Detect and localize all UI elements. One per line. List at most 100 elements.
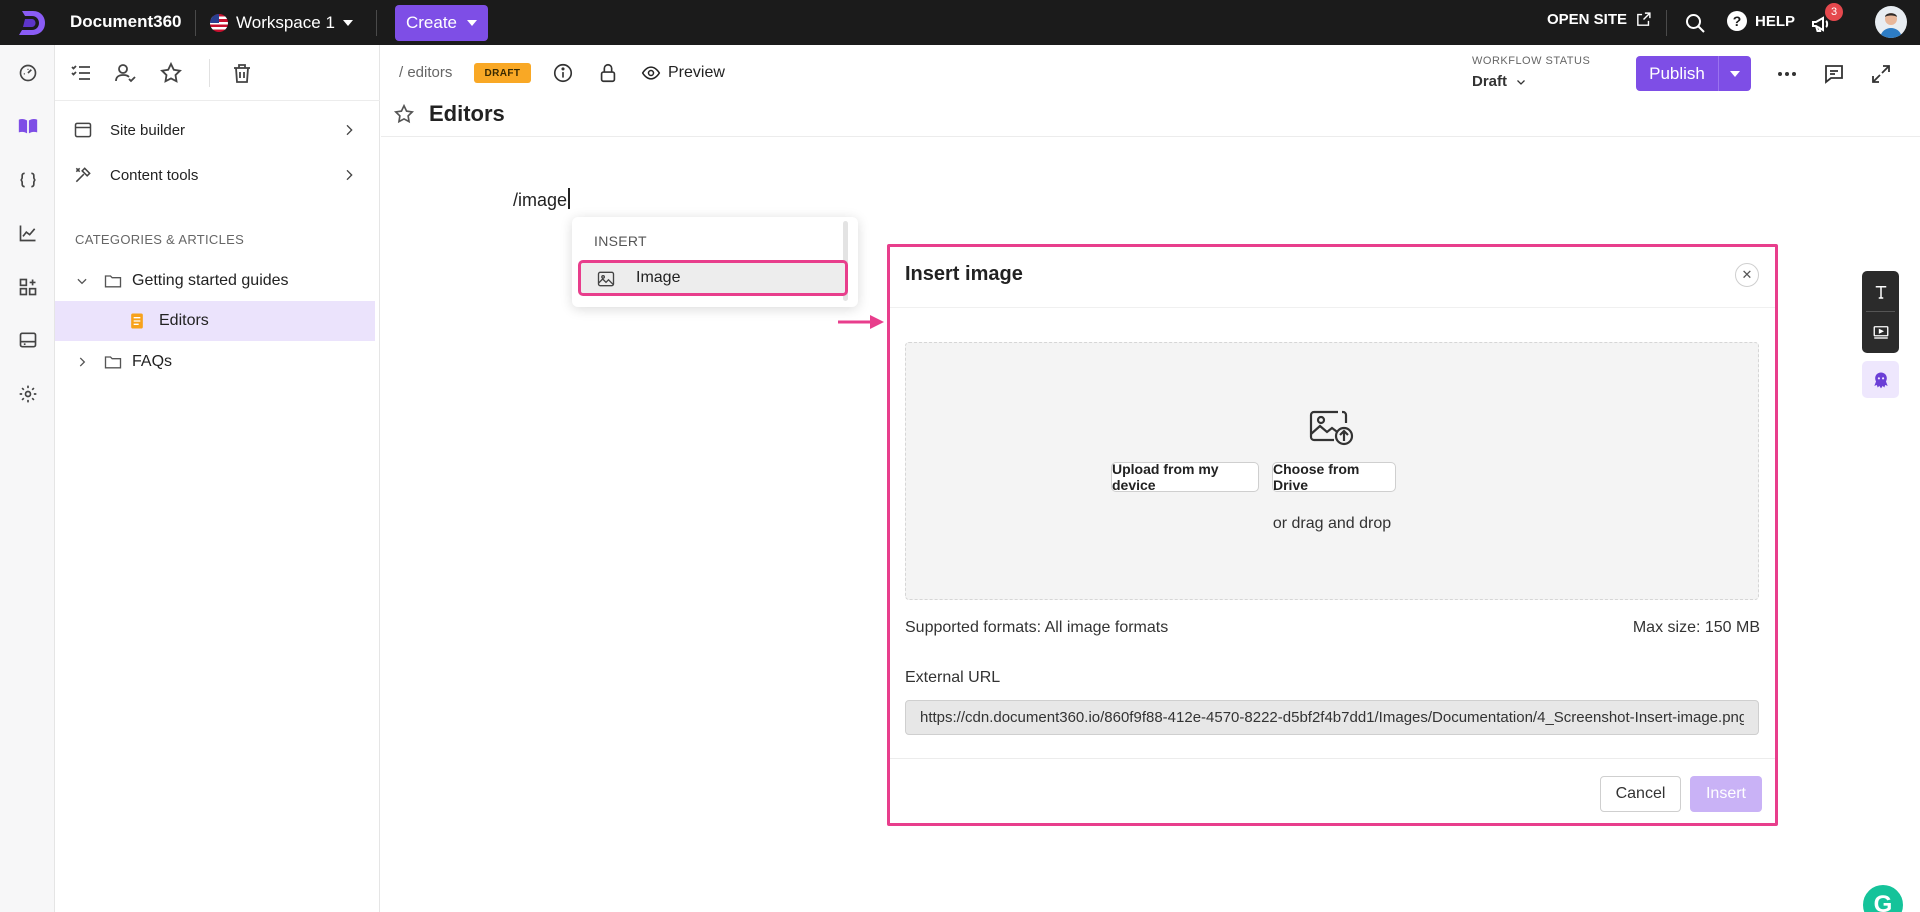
tree-article-editors[interactable]: Editors [55, 301, 375, 341]
text-format-icon[interactable] [1868, 279, 1893, 304]
chevron-down-icon [1730, 70, 1740, 77]
notification-count-badge: 3 [1825, 3, 1843, 21]
choose-from-drive-button[interactable]: Choose from Drive [1272, 461, 1396, 493]
us-flag-icon [210, 14, 228, 32]
upload-from-device-button[interactable]: Upload from my device [1111, 461, 1259, 493]
app-icon-rail [0, 45, 55, 912]
presentation-icon[interactable] [1868, 319, 1893, 344]
dashboard-icon[interactable] [14, 59, 42, 87]
lock-icon[interactable] [597, 62, 619, 84]
open-site-label: OPEN SITE [1547, 11, 1628, 28]
image-icon [597, 271, 615, 287]
text-cursor [568, 188, 570, 209]
divider [890, 758, 1775, 759]
sidebar: Site builder Content tools CATEGORIES & … [55, 45, 380, 912]
browser-window-icon [74, 122, 92, 138]
publish-split-button: Publish [1636, 56, 1751, 91]
external-url-input[interactable] [905, 700, 1759, 735]
grammarly-icon[interactable]: G [1860, 882, 1906, 912]
eye-icon [641, 66, 661, 80]
supported-formats-text: Supported formats: All image formats [905, 619, 1169, 636]
drive-icon[interactable] [14, 326, 42, 354]
categories-section-title: CATEGORIES & ARTICLES [75, 232, 245, 247]
divider [890, 307, 1775, 308]
insert-image-dialog: Insert image ✕ Upload from my device Cho… [887, 244, 1778, 826]
folder-icon [104, 275, 122, 288]
star-icon[interactable] [393, 103, 415, 125]
sidebar-item-label: Content tools [110, 166, 199, 184]
top-bar: Document360 Workspace 1 Create OPEN SITE… [0, 0, 1920, 45]
article-icon [131, 313, 143, 329]
workflow-status-value: Draft [1472, 73, 1508, 90]
close-icon[interactable]: ✕ [1735, 263, 1759, 287]
sidebar-item-site-builder[interactable]: Site builder [55, 108, 380, 152]
checklist-icon[interactable] [69, 61, 93, 85]
page-title[interactable]: Editors [429, 101, 505, 127]
tools-icon [75, 167, 91, 183]
user-check-icon[interactable] [114, 61, 138, 85]
tree-category-faqs[interactable]: FAQs [55, 342, 375, 382]
menu-header: INSERT [594, 233, 647, 249]
user-avatar[interactable] [1875, 6, 1907, 38]
slash-command-text: /image [513, 190, 568, 210]
create-label: Create [405, 13, 458, 32]
workflow-status-dropdown[interactable]: Draft [1472, 73, 1527, 90]
ai-assistant-icon[interactable] [1862, 361, 1899, 398]
workspace-selector[interactable]: Workspace 1 [210, 10, 353, 36]
app-root: Document360 Workspace 1 Create OPEN SITE… [0, 0, 1920, 912]
fullscreen-icon[interactable] [1869, 62, 1893, 86]
max-size-text: Max size: 150 MB [1632, 619, 1760, 636]
publish-button[interactable]: Publish [1636, 56, 1719, 91]
menu-item-label: Image [636, 269, 681, 286]
open-site-link[interactable]: OPEN SITE [1547, 11, 1652, 28]
chevron-right-icon[interactable] [75, 355, 89, 369]
workspace-name: Workspace 1 [236, 13, 335, 32]
divider [209, 59, 210, 87]
more-options-icon[interactable] [1775, 62, 1799, 86]
api-braces-icon[interactable] [14, 166, 42, 194]
folder-icon [104, 356, 122, 369]
user-avatar-icon [1880, 13, 1902, 38]
external-url-label: External URL [905, 669, 1001, 686]
comments-icon[interactable] [1822, 62, 1846, 86]
publish-options-button[interactable] [1719, 56, 1751, 91]
trash-icon[interactable] [230, 61, 254, 85]
tree-category-getting-started[interactable]: Getting started guides [55, 261, 375, 301]
chevron-down-icon [342, 20, 353, 26]
settings-gear-icon[interactable] [14, 380, 42, 408]
sidebar-item-label: Site builder [110, 121, 186, 139]
insert-command-menu: INSERT Image [572, 217, 858, 307]
analytics-icon[interactable] [14, 219, 42, 247]
integrations-icon[interactable] [14, 273, 42, 301]
workflow-status-label: WORKFLOW STATUS [1472, 55, 1591, 67]
documentation-book-icon[interactable] [14, 112, 42, 140]
help-button[interactable]: ? HELP [1727, 11, 1795, 31]
info-icon[interactable] [552, 62, 574, 84]
cancel-button[interactable]: Cancel [1600, 776, 1681, 812]
sidebar-item-content-tools[interactable]: Content tools [55, 153, 380, 197]
chevron-down-icon[interactable] [75, 274, 89, 288]
search-icon[interactable] [1683, 11, 1707, 35]
insert-button[interactable]: Insert [1690, 776, 1762, 812]
article-header: / editors DRAFT Preview Editors WORKFLOW… [381, 45, 1920, 137]
brand-name: Document360 [70, 12, 182, 31]
floating-toolbar [1862, 271, 1899, 353]
chevron-right-icon [346, 124, 353, 136]
create-button[interactable]: Create [395, 5, 488, 41]
dialog-title: Insert image [905, 263, 1023, 285]
menu-item-image[interactable]: Image [578, 260, 848, 296]
tree-label: Getting started guides [132, 272, 289, 289]
editor-text-line[interactable]: /image [513, 188, 570, 211]
annotation-arrow-icon [838, 315, 884, 329]
document360-logo-icon[interactable] [16, 7, 48, 39]
sidebar-toolbar [55, 45, 380, 101]
divider [1666, 10, 1667, 36]
status-badge: DRAFT [474, 63, 531, 83]
preview-label: Preview [668, 64, 725, 81]
divider [376, 10, 377, 36]
star-icon[interactable] [159, 61, 183, 85]
preview-button[interactable]: Preview [641, 62, 725, 84]
image-dropzone[interactable]: Upload from my device Choose from Drive … [905, 342, 1759, 600]
breadcrumb[interactable]: / editors [399, 64, 452, 81]
notifications-button[interactable]: 3 [1810, 3, 1843, 36]
